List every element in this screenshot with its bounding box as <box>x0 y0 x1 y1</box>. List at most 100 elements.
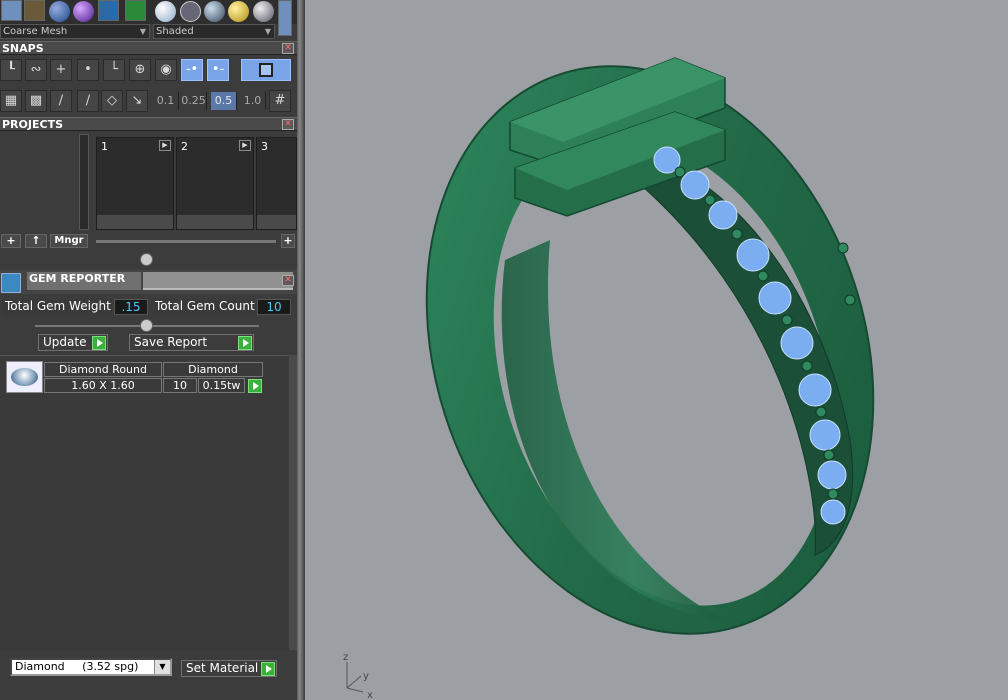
project-slot-number: 1 <box>101 140 108 153</box>
axis-z-label: z <box>343 652 348 663</box>
snap-endpoint-button[interactable]: ┖ <box>0 59 22 81</box>
mesh-combo-value: Coarse Mesh <box>3 26 68 37</box>
go-icon[interactable] <box>92 336 106 350</box>
grid-value-1-0[interactable]: 1.0 <box>240 92 266 110</box>
grid-icon[interactable]: # <box>269 90 291 112</box>
update-button[interactable]: Update <box>38 334 108 351</box>
wire-sphere-icon[interactable] <box>180 1 201 22</box>
top-toolbar <box>0 0 297 36</box>
gem-weight-cell: 0.15tw <box>198 378 245 393</box>
snap-near-button[interactable]: •- <box>207 59 229 81</box>
manager-button[interactable]: Mngr <box>50 234 88 248</box>
snap-quad-button[interactable]: ⊕ <box>129 59 151 81</box>
snap-grid-button[interactable]: ▦ <box>0 90 22 112</box>
gem-table-scrollbar[interactable] <box>289 355 297 650</box>
chevron-down-icon: ▼ <box>264 27 271 36</box>
axis-x-label: x <box>367 690 373 700</box>
gem-count-cell: 10 <box>163 378 197 393</box>
save-report-button[interactable]: Save Report <box>129 334 254 351</box>
snap-toggle-button[interactable] <box>241 59 291 81</box>
set-material-label: Set Material <box>186 661 259 675</box>
project-slot-actions <box>177 215 253 229</box>
gem-col-shape-header: Diamond Round <box>44 362 162 377</box>
snap-curve-button[interactable]: ∾ <box>25 59 47 81</box>
render-icon[interactable] <box>98 0 119 21</box>
add-project-button[interactable]: + <box>1 234 21 248</box>
total-weight-value: .15 <box>114 299 148 315</box>
white-sphere-icon[interactable] <box>155 1 176 22</box>
axis-triad-icon <box>346 662 364 693</box>
projects-title: PROJECTS <box>2 118 63 131</box>
snap-point-button[interactable]: • <box>77 59 99 81</box>
project-slot-1[interactable]: 1 ▶ <box>96 137 174 230</box>
axis-y-label: y <box>363 671 369 682</box>
projects-scrollbar[interactable] <box>79 134 89 230</box>
panel-splitter[interactable] <box>297 0 305 700</box>
projects-slider[interactable] <box>96 240 276 243</box>
mesh-combo[interactable]: Coarse Mesh ▼ <box>0 24 150 39</box>
project-slot-3[interactable]: 3 <box>256 137 297 230</box>
grid-value-0-5[interactable]: 0.5 <box>211 92 237 110</box>
collapse-handle-icon[interactable] <box>140 253 153 266</box>
grid-value-0-1[interactable]: 0.1 <box>153 92 179 110</box>
layers-icon[interactable] <box>125 0 146 21</box>
update-label: Update <box>43 335 87 349</box>
blue-sphere-icon[interactable] <box>49 1 70 22</box>
grid-value-0-25[interactable]: 0.25 <box>181 92 207 110</box>
play-icon[interactable]: ▶ <box>239 140 251 151</box>
up-arrow-icon[interactable]: ↑ <box>25 234 47 248</box>
snaps-header: SNAPS ✕ <box>0 41 297 55</box>
chevron-down-icon: ▼ <box>154 660 170 674</box>
play-icon[interactable]: ▶ <box>159 140 171 151</box>
snap-plane-button[interactable]: ◇ <box>101 90 123 112</box>
add-slot-button[interactable]: + <box>281 234 295 248</box>
left-panel: Coarse Mesh ▼ Shaded ▼ SNAPS ✕ ┖ ∾ + • └… <box>0 0 297 700</box>
total-weight-label: Total Gem Weight <box>2 299 112 316</box>
snap-tangent-button[interactable]: ∕ <box>77 90 99 112</box>
save-report-label: Save Report <box>134 335 208 349</box>
project-slot-actions <box>257 215 296 229</box>
purple-sphere-icon[interactable] <box>73 1 94 22</box>
go-icon[interactable] <box>248 379 262 393</box>
projects-header: PROJECTS ✕ <box>0 117 297 131</box>
snap-object-button[interactable]: ▩ <box>25 90 47 112</box>
close-icon[interactable]: ✕ <box>282 275 294 286</box>
project-slot-2[interactable]: 2 ▶ <box>176 137 254 230</box>
gizmo-icon[interactable] <box>24 0 45 21</box>
snap-axis-button[interactable]: ↘ <box>126 90 148 112</box>
toolbar-scroll-button[interactable] <box>278 0 292 36</box>
close-icon[interactable]: ✕ <box>282 43 294 54</box>
shade-combo[interactable]: Shaded ▼ <box>153 24 275 39</box>
project-slot-actions <box>97 215 173 229</box>
collapse-handle-icon[interactable] <box>140 319 153 332</box>
ring-model: z y x <box>343 57 875 700</box>
grid-view-icon[interactable] <box>1 0 22 21</box>
snaps-title: SNAPS <box>2 42 44 55</box>
3d-viewport[interactable]: z y x <box>305 0 1008 700</box>
gem-size-cell: 1.60 X 1.60 <box>44 378 162 393</box>
gem-reporter-tab-bar <box>143 272 293 290</box>
gem-reporter-header: GEM REPORTER ✕ <box>0 270 297 294</box>
gem-col-type-header: Diamond <box>163 362 263 377</box>
close-icon[interactable]: ✕ <box>282 119 294 130</box>
total-count-label: Total Gem Count <box>152 299 255 316</box>
gem-thumbnail <box>6 361 43 393</box>
go-icon[interactable] <box>261 662 275 676</box>
snap-intersect-button[interactable]: + <box>50 59 72 81</box>
gem-reporter-icon <box>1 273 21 293</box>
silver-sphere-icon[interactable] <box>253 1 274 22</box>
gold-sphere-icon[interactable] <box>228 1 249 22</box>
set-material-button[interactable]: Set Material <box>181 660 277 677</box>
go-icon[interactable] <box>238 336 252 350</box>
material-select-value: Diamond (3.52 spg) <box>15 660 139 673</box>
snap-center-button[interactable]: ◉ <box>155 59 177 81</box>
project-slot-number: 2 <box>181 140 188 153</box>
snap-line-button[interactable]: ∕ <box>50 90 72 112</box>
project-slot-number: 3 <box>261 140 268 153</box>
glass-sphere-icon[interactable] <box>204 1 225 22</box>
snap-mid-button[interactable]: -• <box>181 59 203 81</box>
total-count-value: 10 <box>257 299 291 315</box>
snap-perp-button[interactable]: └ <box>103 59 125 81</box>
gem-reporter-title: GEM REPORTER <box>27 272 141 290</box>
material-select[interactable]: Diamond (3.52 spg) ▼ <box>10 658 172 676</box>
